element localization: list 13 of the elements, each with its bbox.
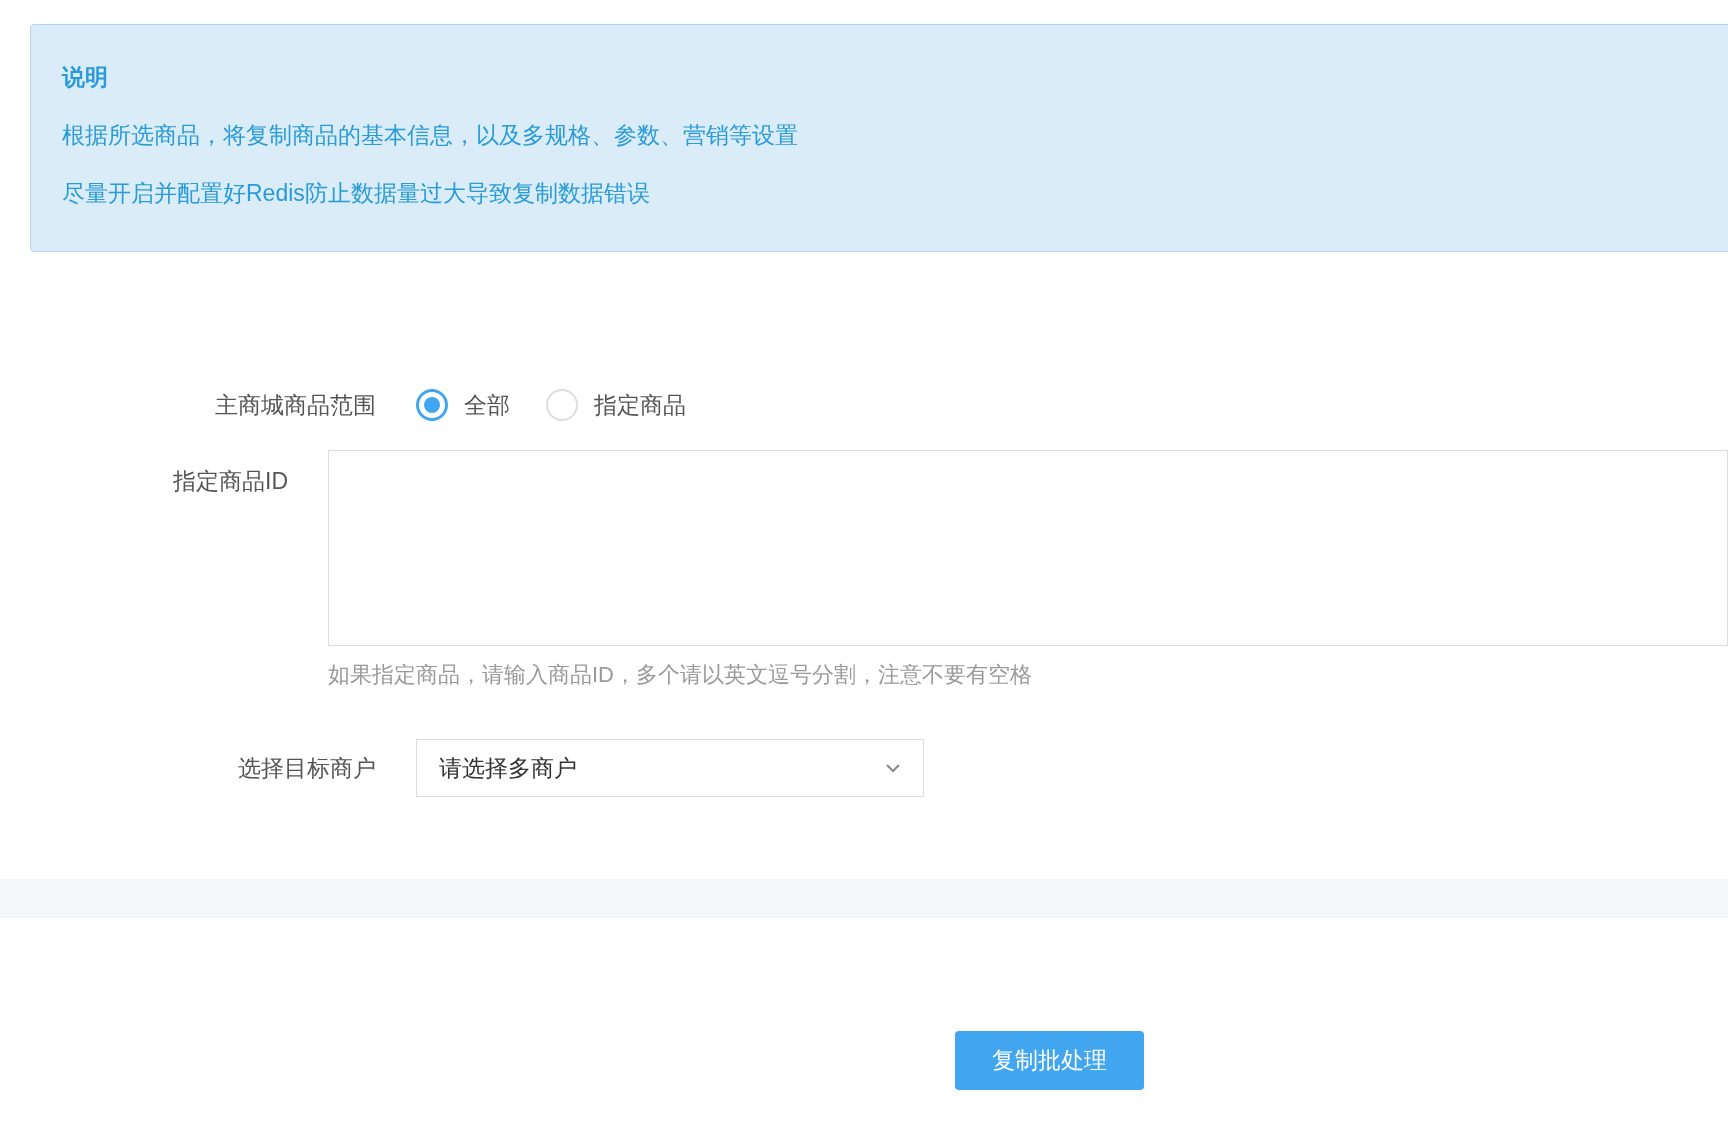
help-text: 如果指定商品，请输入商品ID，多个请以英文逗号分割，注意不要有空格 — [328, 661, 1033, 689]
radio-label[interactable]: 指定商品 — [594, 387, 686, 423]
merchant-select[interactable]: 请选择多商户 — [416, 739, 924, 797]
notice-text: 尽量开启并配置好Redis防止数据量过大导致复制数据错误 — [62, 179, 651, 207]
product-id-textarea[interactable] — [328, 450, 1728, 646]
field-label: 指定商品ID — [172, 467, 288, 496]
notice-text: 根据所选商品，将复制商品的基本信息，以及多规格、参数、营销等设置 — [62, 121, 799, 149]
radio-label[interactable]: 全部 — [464, 387, 510, 423]
chevron-down-icon — [885, 763, 901, 773]
field-label: 主商城商品范围 — [214, 390, 376, 420]
notice-title: 说明 — [62, 63, 109, 91]
radio-button[interactable] — [416, 389, 448, 421]
field-label: 选择目标商户 — [237, 753, 376, 783]
